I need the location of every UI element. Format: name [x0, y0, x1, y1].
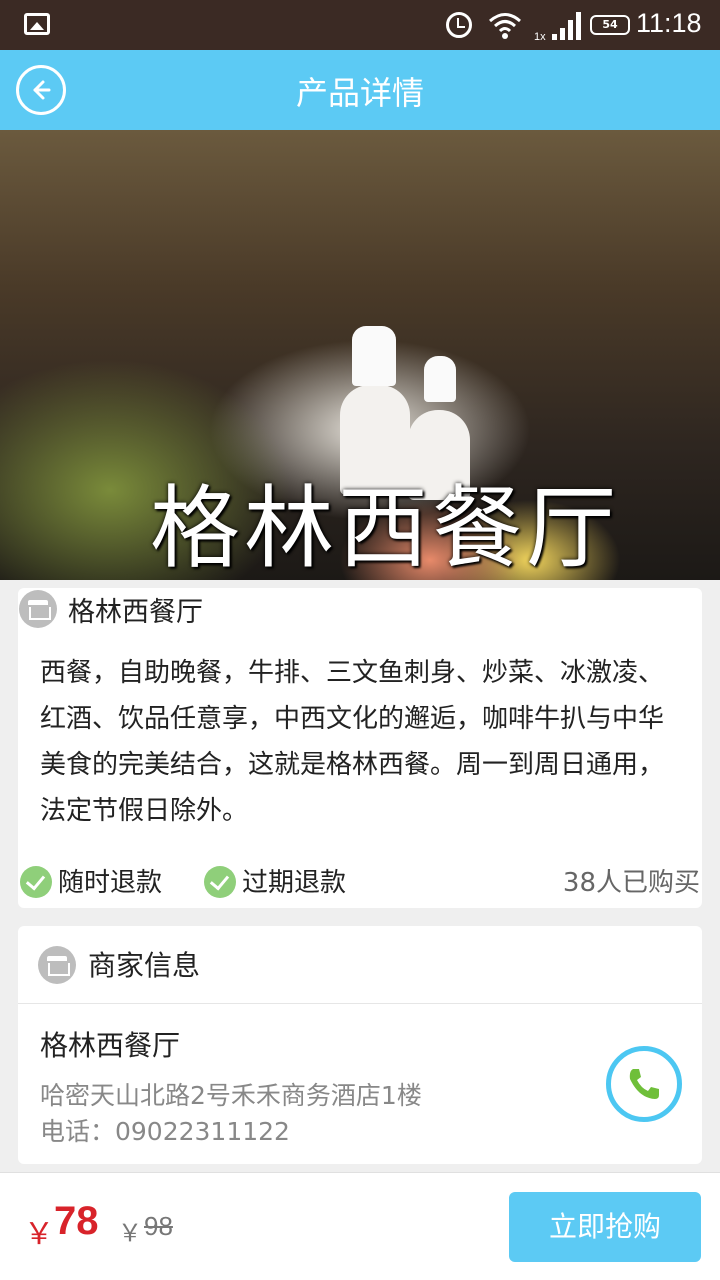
purchase-bar: ￥ 78 ￥ 98 立即抢购	[0, 1172, 720, 1280]
signal-icon: 1x	[534, 12, 581, 42]
status-bar: 1x 54 11:18	[0, 0, 720, 50]
merchant-name[interactable]: 格林西餐厅	[40, 1024, 180, 1064]
chef-hat	[424, 356, 456, 402]
divider	[18, 1003, 702, 1004]
refund-anytime-label: 随时退款	[58, 868, 163, 898]
merchant-address: 哈密天山北路2号禾禾商务酒店1楼	[40, 1081, 422, 1110]
header: 产品详情	[0, 50, 720, 130]
original-price-currency: ￥	[118, 1219, 142, 1247]
buy-now-button[interactable]: 立即抢购	[509, 1192, 701, 1262]
alarm-icon	[446, 12, 472, 38]
phone-icon	[629, 1069, 659, 1099]
call-button[interactable]	[606, 1046, 682, 1122]
hero-image: 格林西餐厅	[0, 130, 720, 580]
product-description: 西餐，自助晚餐，牛排、三文鱼刺身、炒菜、冰激凌、红酒、饮品任意享，中西文化的邂逅…	[40, 658, 665, 826]
status-time: 11:18	[636, 8, 702, 38]
check-circle-icon	[20, 866, 52, 898]
wifi-icon	[489, 13, 521, 39]
sold-count: 38人已购买	[562, 868, 700, 898]
original-price: 98	[144, 1211, 173, 1241]
chef-hat	[352, 326, 396, 386]
shop-icon	[38, 946, 76, 984]
price-currency: ￥	[24, 1217, 54, 1252]
merchant-card: 商家信息 格林西餐厅 哈密天山北路2号禾禾商务酒店1楼 电话：090223111…	[18, 926, 702, 1164]
page-title: 产品详情	[295, 74, 424, 112]
svg-text:1x: 1x	[534, 31, 546, 42]
hero-title: 格林西餐厅	[150, 476, 620, 580]
refund-expired-label: 过期退款	[242, 868, 347, 898]
shop-icon	[19, 590, 57, 628]
merchant-phone: 电话：09022311122	[40, 1117, 290, 1146]
price-value: 78	[54, 1199, 99, 1243]
description-card: 格林西餐厅 西餐，自助晚餐，牛排、三文鱼刺身、炒菜、冰激凌、红酒、饮品任意享，中…	[18, 588, 702, 908]
check-circle-icon	[204, 866, 236, 898]
battery-icon: 54	[590, 15, 630, 35]
picture-icon	[24, 13, 50, 35]
merchant-section-title: 商家信息	[88, 949, 201, 982]
product-name: 格林西餐厅	[68, 597, 203, 628]
